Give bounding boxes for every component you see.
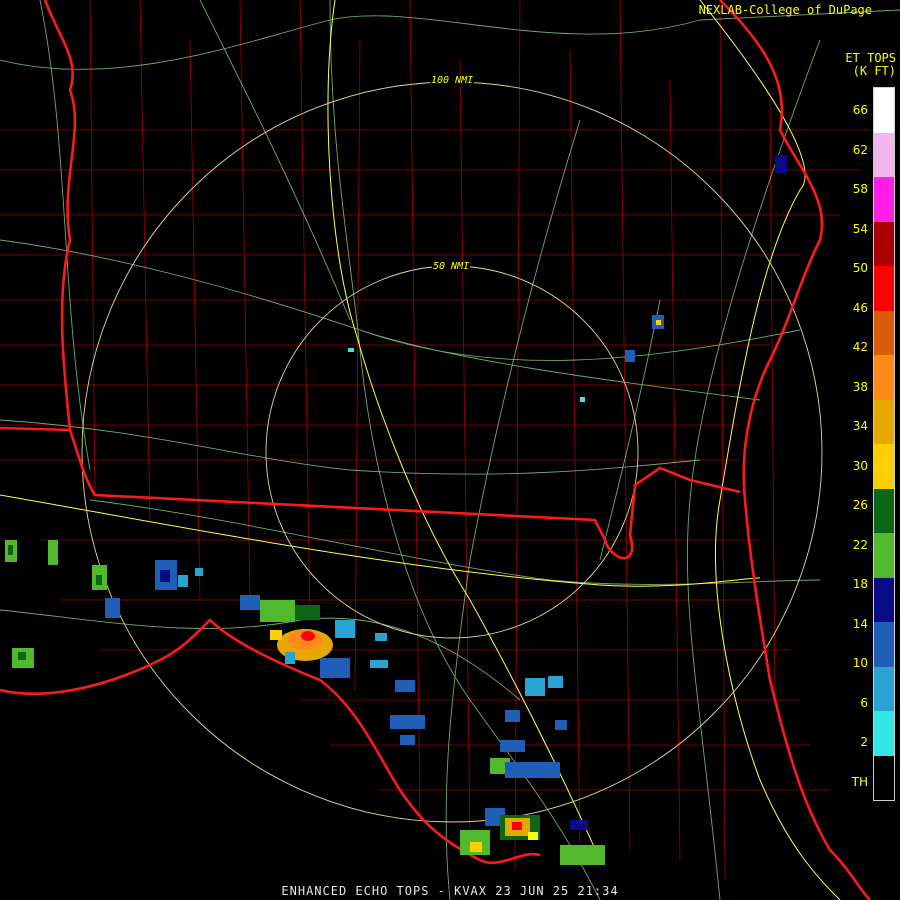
legend-swatch [874, 666, 894, 711]
legend-label: 22 [852, 537, 868, 552]
product-footer: ENHANCED ECHO TOPS - KVAX 23 JUN 25 21:3… [281, 884, 619, 898]
legend-swatch [874, 221, 894, 266]
legend-swatch [874, 622, 894, 667]
legend-label: 38 [852, 379, 868, 394]
legend-swatch [874, 266, 894, 311]
legend-swatch [874, 577, 894, 622]
legend-label: 30 [852, 458, 868, 473]
legend-label: 58 [852, 182, 868, 196]
legend-label: 14 [852, 616, 868, 631]
legend-swatch [874, 399, 894, 444]
range-ring-label-100: 100 NMI [430, 75, 475, 86]
legend-swatch [874, 444, 894, 489]
legend-swatch [874, 755, 894, 800]
credit-label: NEXLAB-College of DuPage [698, 3, 872, 17]
legend-swatch [874, 132, 894, 177]
legend-label: 50 [852, 261, 868, 275]
legend-label: TH [851, 774, 868, 789]
legend-label: 46 [852, 300, 868, 315]
legend-label: 18 [852, 577, 868, 591]
legend-label: 26 [852, 498, 868, 512]
legend-label: 62 [852, 142, 868, 157]
legend-label: 34 [852, 419, 868, 433]
legend-label: 54 [852, 221, 868, 236]
range-ring-label-50: 50 NMI [432, 261, 471, 272]
legend-swatch [874, 533, 894, 578]
product-label-line-2: (K FT) [852, 64, 896, 78]
legend-swatch [874, 355, 894, 400]
legend-label: 2 [860, 735, 868, 749]
legend-swatch [874, 711, 894, 756]
legend-swatch [874, 88, 894, 133]
legend-swatch [874, 177, 894, 222]
product-label: ET TOPS (K FT) [826, 52, 896, 78]
legend-label: 42 [852, 340, 868, 354]
radar-map [0, 0, 900, 900]
legend-label: 10 [852, 656, 868, 670]
legend-label: 66 [852, 103, 868, 117]
color-legend [873, 87, 895, 801]
legend-swatch [874, 310, 894, 355]
legend-swatch [874, 488, 894, 533]
legend-label: 6 [860, 695, 868, 710]
